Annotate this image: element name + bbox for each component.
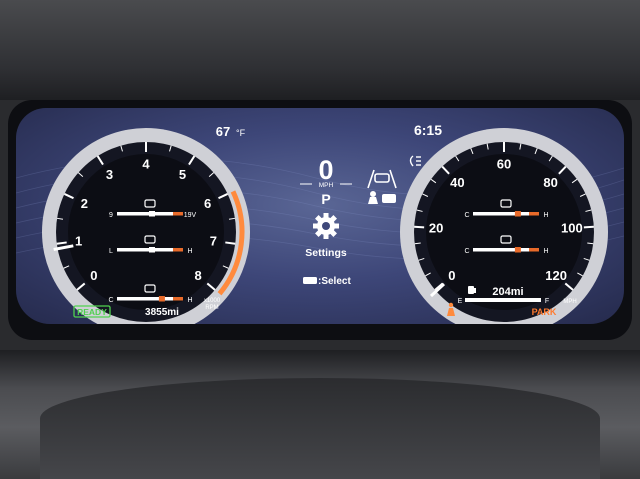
speedometer-label-20: 20: [429, 221, 443, 236]
lane-assist-icon: [367, 169, 397, 189]
tachometer-label-8: 8: [194, 268, 201, 283]
speedometer-gauge-0-redline: [529, 212, 539, 216]
tachometer-label-3: 3: [106, 167, 113, 182]
tachometer-face: [68, 154, 224, 310]
tachometer-label-1: 1: [75, 233, 82, 248]
tachometer-label-2: 2: [81, 196, 88, 211]
speedometer-label-40: 40: [450, 175, 464, 190]
tachometer-gauge-2-min-label: C: [108, 297, 113, 304]
fuel-empty-label: E: [458, 298, 463, 305]
temperature-unit: °F: [236, 128, 246, 138]
tachometer-tick: [56, 241, 67, 245]
speedometer-tick: [583, 225, 594, 229]
park-indicator: PARK: [532, 307, 557, 317]
speedometer-gauge-1-max-label: H: [543, 248, 548, 255]
steering-control-icon: [303, 277, 317, 284]
speedometer-label-120: 120: [545, 268, 567, 283]
fuel-bar: [465, 298, 541, 302]
tachometer-label-7: 7: [210, 233, 217, 248]
tachometer-tick: [225, 241, 236, 245]
instrument-cluster-screen: 012345678 9 19V L H C H x1000 RPM READY 3855m…: [16, 108, 624, 324]
select-hint: :Select: [318, 276, 351, 287]
speedometer-gauge-1-min-label: C: [464, 248, 469, 255]
tachometer-gauge-0-min-label: 9: [109, 212, 113, 219]
speedometer-gauge-1-redline: [529, 248, 539, 252]
pre-collision-icon: [368, 191, 396, 204]
tachometer-label-4: 4: [142, 157, 150, 172]
speedometer-unit: MPH: [563, 299, 576, 305]
speedometer-gauge-0-level: [514, 211, 521, 217]
speedometer-gauge-0-max-label: H: [543, 212, 548, 219]
fuel-full-label: F: [545, 298, 549, 305]
speedometer-tick: [414, 225, 425, 229]
gear-icon: [313, 213, 339, 239]
outside-temperature: 67: [216, 124, 230, 139]
speed-unit: MPH: [319, 182, 334, 189]
tachometer-label-6: 6: [204, 196, 211, 211]
fuel-range: 204mi: [492, 286, 523, 298]
tachometer-gauge-0-max-label: 19V: [184, 212, 197, 219]
tachometer-gauge-2-redline: [173, 297, 183, 301]
rpm-unit-line2: RPM: [205, 305, 218, 311]
speedometer-label-60: 60: [497, 157, 511, 172]
speedometer-gauge-1-level: [514, 247, 521, 253]
rpm-unit-line1: x1000: [204, 298, 221, 304]
tachometer-gauge-0-level: [149, 211, 155, 217]
speed-readout: 0: [318, 155, 333, 185]
speedometer-label-100: 100: [561, 221, 583, 236]
tachometer-gauge-1-level: [149, 247, 155, 253]
speedometer-label-80: 80: [543, 175, 557, 190]
tachometer-label-0: 0: [90, 268, 97, 283]
ready-indicator: READY: [77, 307, 107, 317]
odometer: 3855mi: [145, 307, 179, 318]
tachometer: 0 1 2 3 4 5 6 7 8 9 19V L H C H x1000 RPM READY 3855m…: [42, 128, 250, 324]
steering-column-cover: [40, 378, 600, 479]
tachometer-gauge-1-max-label: H: [187, 248, 192, 255]
speedometer-label-0: 0: [448, 268, 455, 283]
clock: 6:15: [414, 122, 442, 138]
speedometer: 0 20 40 60 80 100 120 C H C H 204mi E F MPH PARK: [400, 128, 608, 324]
gear-indicator: P: [321, 191, 330, 207]
tachometer-label-5: 5: [179, 167, 186, 182]
dashboard-top-trim: [0, 0, 640, 100]
tachometer-gauge-2-max-label: H: [187, 297, 192, 304]
tachometer-gauge-1-min-label: L: [109, 248, 113, 255]
tachometer-gauge-0-redline: [173, 212, 183, 216]
adaptive-headlight-icon: [409, 155, 421, 167]
speedometer-gauge-0-min-label: C: [464, 212, 469, 219]
tachometer-gauge-1-redline: [173, 248, 183, 252]
tachometer-gauge-2-level: [158, 296, 165, 302]
settings-menu-item[interactable]: Settings: [305, 247, 347, 259]
